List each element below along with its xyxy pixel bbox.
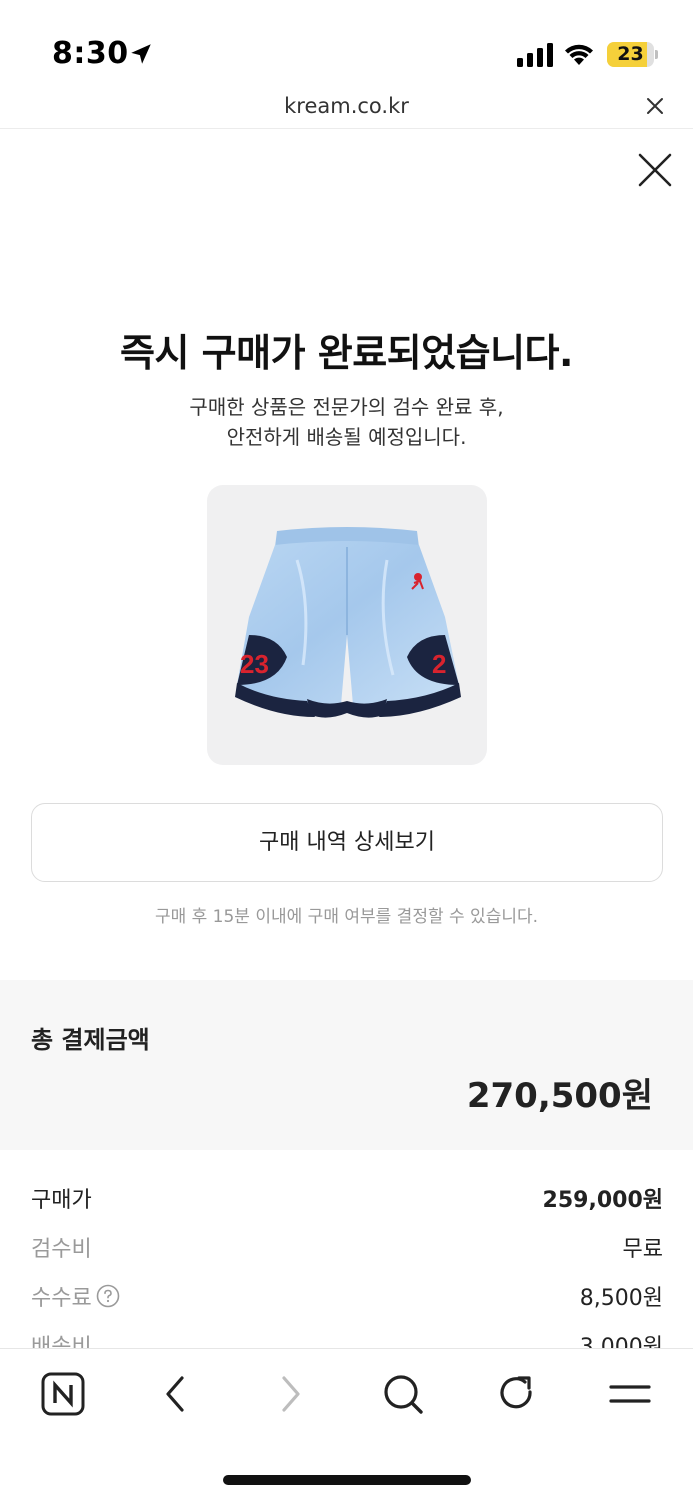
- status-bar: 8:30 23: [0, 0, 693, 88]
- refresh-icon[interactable]: [495, 1372, 539, 1416]
- total-payment-section: 총 결제금액 270,500원: [0, 980, 693, 1150]
- page-subtitle: 구매한 상품은 전문가의 검수 완료 후, 안전하게 배송될 예정입니다.: [0, 392, 693, 452]
- location-arrow-icon: [131, 44, 151, 64]
- row-label: 수수료: [31, 1280, 120, 1312]
- menu-icon[interactable]: [608, 1372, 652, 1416]
- price-row-inspection: 검수비 무료: [31, 1231, 663, 1265]
- subtitle-line-2: 안전하게 배송될 예정입니다.: [226, 425, 467, 449]
- price-row-fee: 수수료 8,500원: [31, 1280, 663, 1314]
- battery-nub: [655, 50, 658, 59]
- svg-text:2: 2: [432, 649, 446, 679]
- row-value: 8,500원: [579, 1286, 663, 1311]
- row-label: 검수비: [31, 1237, 92, 1262]
- close-icon[interactable]: [645, 96, 665, 116]
- shorts-illustration: 23 2: [235, 527, 461, 718]
- price-row-purchase: 구매가 259,000원: [31, 1182, 663, 1216]
- row-value: 무료: [622, 1237, 663, 1262]
- forward-icon[interactable]: [268, 1372, 312, 1416]
- product-image: 23 2: [207, 485, 487, 765]
- wifi-icon: [565, 44, 593, 65]
- search-icon[interactable]: [381, 1372, 425, 1416]
- page-close-button[interactable]: [637, 152, 673, 188]
- back-icon[interactable]: [154, 1372, 198, 1416]
- naver-home-icon[interactable]: [41, 1372, 85, 1416]
- question-circle-icon[interactable]: [96, 1284, 120, 1308]
- battery-percent: 23: [617, 43, 644, 65]
- home-indicator[interactable]: [223, 1475, 471, 1485]
- fee-label-text: 수수료: [31, 1286, 92, 1311]
- view-purchase-details-button[interactable]: 구매 내역 상세보기: [31, 803, 663, 882]
- page-title: 즉시 구매가 완료되었습니다.: [120, 331, 573, 375]
- battery-indicator: 23: [607, 42, 658, 67]
- svg-text:23: 23: [240, 649, 269, 679]
- cellular-signal-icon: [517, 43, 553, 67]
- browser-url-bar[interactable]: kream.co.kr: [0, 88, 693, 129]
- row-label: 구매가: [31, 1188, 92, 1213]
- url-text[interactable]: kream.co.kr: [0, 94, 693, 118]
- subtitle-line-1: 구매한 상품은 전문가의 검수 완료 후,: [189, 395, 504, 419]
- total-payment-value: 270,500원: [466, 1076, 653, 1116]
- total-payment-label: 총 결제금액: [31, 1026, 150, 1054]
- decision-notice: 구매 후 15분 이내에 구매 여부를 결정할 수 있습니다.: [154, 907, 539, 927]
- row-value: 259,000원: [542, 1188, 663, 1213]
- status-time: 8:30: [52, 36, 129, 71]
